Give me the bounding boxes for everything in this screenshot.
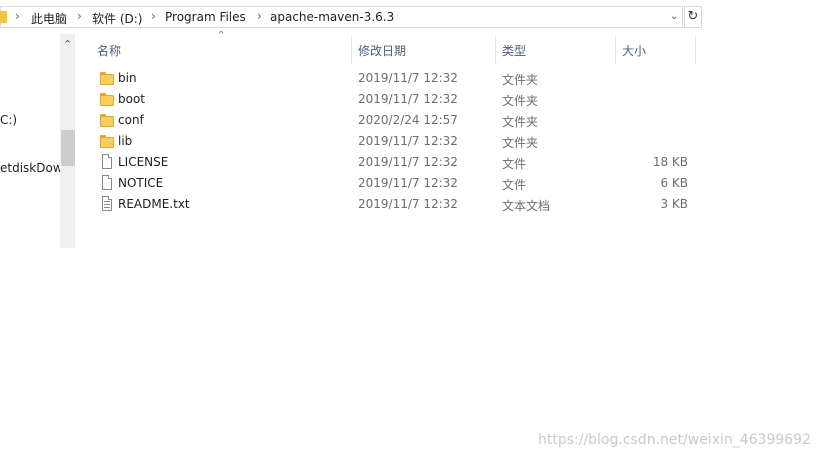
- nav-item-drive-c[interactable]: C:): [0, 113, 17, 127]
- file-modified-date: 2019/11/7 12:32: [358, 197, 458, 211]
- scroll-up-icon[interactable]: ⌃: [63, 38, 72, 51]
- file-name: LICENSE: [118, 155, 169, 169]
- file-name: NOTICE: [118, 176, 164, 190]
- folder-icon: [100, 114, 114, 127]
- folder-icon: [100, 72, 114, 85]
- file-type: 文件夹: [502, 94, 539, 108]
- column-header-type[interactable]: 类型: [502, 42, 526, 59]
- breadcrumb-current-folder[interactable]: apache-maven-3.6.3: [270, 10, 394, 24]
- file-size: 3 KB: [660, 197, 688, 211]
- column-header-size[interactable]: 大小: [622, 42, 646, 59]
- file-type: 文件夹: [502, 115, 539, 129]
- file-type: 文件: [502, 157, 527, 171]
- refresh-button[interactable]: ↻: [684, 6, 702, 28]
- breadcrumb-separator: ›: [151, 9, 156, 23]
- column-header-name[interactable]: 名称: [97, 42, 121, 59]
- text-file-icon: [100, 196, 114, 211]
- sort-ascending-icon: ⌃: [217, 30, 226, 41]
- file-name: bin: [118, 71, 137, 85]
- file-size: 18 KB: [652, 155, 688, 169]
- file-icon: [100, 154, 114, 169]
- file-name: lib: [118, 134, 133, 148]
- file-name: README.txt: [118, 197, 190, 211]
- file-name: boot: [118, 92, 146, 106]
- file-row[interactable]: README.txt 2019/11/7 12:32 文本文档 3 KB: [96, 194, 696, 215]
- column-header-date[interactable]: 修改日期: [358, 42, 406, 59]
- file-modified-date: 2019/11/7 12:32: [358, 71, 458, 85]
- breadcrumb-separator: ›: [257, 9, 262, 23]
- file-modified-date: 2019/11/7 12:32: [358, 176, 458, 190]
- file-row[interactable]: NOTICE 2019/11/7 12:32 文件 6 KB: [96, 173, 696, 194]
- breadcrumb-separator: ›: [15, 9, 20, 23]
- folder-icon: [0, 11, 7, 23]
- file-type: 文件夹: [502, 73, 539, 87]
- column-divider[interactable]: [495, 36, 496, 64]
- file-modified-date: 2020/2/24 12:57: [358, 113, 458, 127]
- file-row[interactable]: bin 2019/11/7 12:32 文件夹: [96, 68, 696, 89]
- file-modified-date: 2019/11/7 12:32: [358, 92, 458, 106]
- folder-icon: [100, 93, 114, 106]
- file-row[interactable]: LICENSE 2019/11/7 12:32 文件 18 KB: [96, 152, 696, 173]
- file-row[interactable]: conf 2020/2/24 12:57 文件夹: [96, 110, 696, 131]
- file-type: 文件夹: [502, 136, 539, 150]
- file-type: 文本文档: [502, 199, 551, 213]
- file-row[interactable]: lib 2019/11/7 12:32 文件夹: [96, 131, 696, 152]
- file-modified-date: 2019/11/7 12:32: [358, 134, 458, 148]
- nav-scrollbar-thumb[interactable]: [61, 130, 75, 166]
- file-row[interactable]: boot 2019/11/7 12:32 文件夹: [96, 89, 696, 110]
- file-type: 文件: [502, 178, 527, 192]
- file-size: 6 KB: [660, 176, 688, 190]
- refresh-icon: ↻: [687, 9, 699, 24]
- address-bar[interactable]: › 此电脑 › 软件 (D:) › Program Files › apache…: [0, 6, 683, 28]
- file-icon: [100, 175, 114, 190]
- folder-icon: [100, 135, 114, 148]
- watermark-text: https://blog.csdn.net/weixin_46399692: [537, 432, 811, 448]
- breadcrumb-this-pc[interactable]: 此电脑: [31, 10, 67, 27]
- column-divider[interactable]: [351, 36, 352, 64]
- file-modified-date: 2019/11/7 12:32: [358, 155, 458, 169]
- file-name: conf: [118, 113, 144, 127]
- breadcrumb-program-files[interactable]: Program Files: [165, 10, 246, 24]
- column-divider[interactable]: [695, 36, 696, 64]
- breadcrumb-drive-d[interactable]: 软件 (D:): [92, 10, 142, 27]
- chevron-down-icon[interactable]: ⌄: [670, 12, 680, 22]
- breadcrumb-separator: ›: [77, 9, 82, 23]
- column-divider[interactable]: [615, 36, 616, 64]
